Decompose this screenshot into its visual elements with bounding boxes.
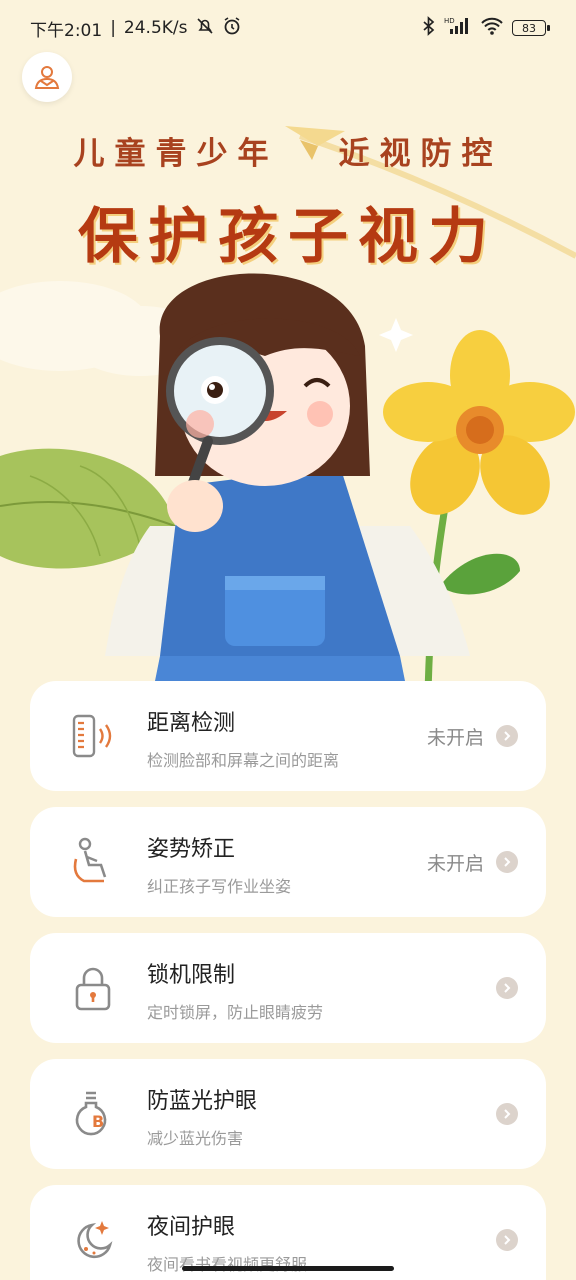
mute-bell-icon: [196, 17, 214, 39]
subtitle-left: 儿童青少年: [73, 135, 279, 172]
status-divider: |: [110, 18, 116, 38]
card-title: 姿势矫正: [147, 837, 236, 862]
status-speed: 24.5K/s: [123, 18, 188, 38]
chevron-right-icon: [496, 851, 518, 873]
card-subtitle: 检测脸部和屏幕之间的距离: [147, 751, 340, 770]
subtitle-right: 近视防控: [338, 135, 503, 172]
night-moon-icon: [77, 1221, 113, 1259]
bluetooth-icon: [422, 16, 436, 40]
hero-banner: 儿童青少年 近视防控 保护孩子视力: [0, 56, 576, 696]
home-indicator[interactable]: [182, 1266, 394, 1271]
wifi-icon: [480, 16, 504, 40]
chevron-right-icon: [496, 725, 518, 747]
card-text: 防蓝光护眼 减少蓝光伤害: [147, 1083, 257, 1149]
svg-text:HD: HD: [444, 17, 455, 25]
svg-text:B: B: [92, 1112, 104, 1131]
card-subtitle: 定时锁屏，防止眼睛疲劳: [147, 1003, 324, 1022]
card-text: 锁机限制 定时锁屏，防止眼睛疲劳: [147, 957, 323, 1023]
subtitle-row: 儿童青少年 近视防控: [0, 128, 576, 172]
chevron-right-icon: [496, 1103, 518, 1125]
battery-level: 83: [522, 21, 536, 35]
status-time: 下午2:01: [30, 20, 103, 41]
card-text: 姿势矫正 纠正孩子写作业坐姿: [147, 831, 291, 897]
card-title: 距离检测: [147, 711, 236, 736]
status-left: 下午2:01 | 24.5K/s: [30, 16, 242, 41]
card-blue-light[interactable]: B 防蓝光护眼 减少蓝光伤害: [30, 1059, 546, 1169]
chevron-right-icon: [496, 1229, 518, 1251]
card-posture-correction[interactable]: 姿势矫正 纠正孩子写作业坐姿 未开启: [30, 807, 546, 917]
chevron-right-icon: [496, 977, 518, 999]
lock-icon: [75, 967, 111, 1011]
card-title: 锁机限制: [147, 963, 236, 988]
card-status: 未开启: [426, 727, 484, 749]
card-title: 防蓝光护眼: [147, 1089, 258, 1114]
card-title: 夜间护眼: [147, 1215, 236, 1240]
signal-icon: HD: [444, 16, 472, 40]
alarm-icon: [222, 16, 242, 40]
distance-phone-icon: [72, 714, 112, 758]
card-text: 距离检测 检测脸部和屏幕之间的距离: [147, 705, 339, 771]
card-subtitle: 夜间看书看视频更舒服: [147, 1255, 308, 1274]
battery-icon: 83: [512, 20, 550, 36]
page-title: 保护孩子视力: [78, 202, 498, 272]
status-right: HD 83: [422, 16, 550, 40]
card-subtitle: 减少蓝光伤害: [147, 1129, 244, 1148]
card-distance-detection[interactable]: 距离检测 检测脸部和屏幕之间的距离 未开启: [30, 681, 546, 791]
card-subtitle: 纠正孩子写作业坐姿: [147, 877, 292, 896]
card-status: 未开启: [426, 853, 484, 875]
blue-light-bulb-icon: B: [75, 1091, 107, 1136]
posture-icon: [73, 837, 107, 883]
status-bar: 下午2:01 | 24.5K/s HD 83: [0, 0, 576, 56]
card-lock-limit[interactable]: 锁机限制 定时锁屏，防止眼睛疲劳: [30, 933, 546, 1043]
